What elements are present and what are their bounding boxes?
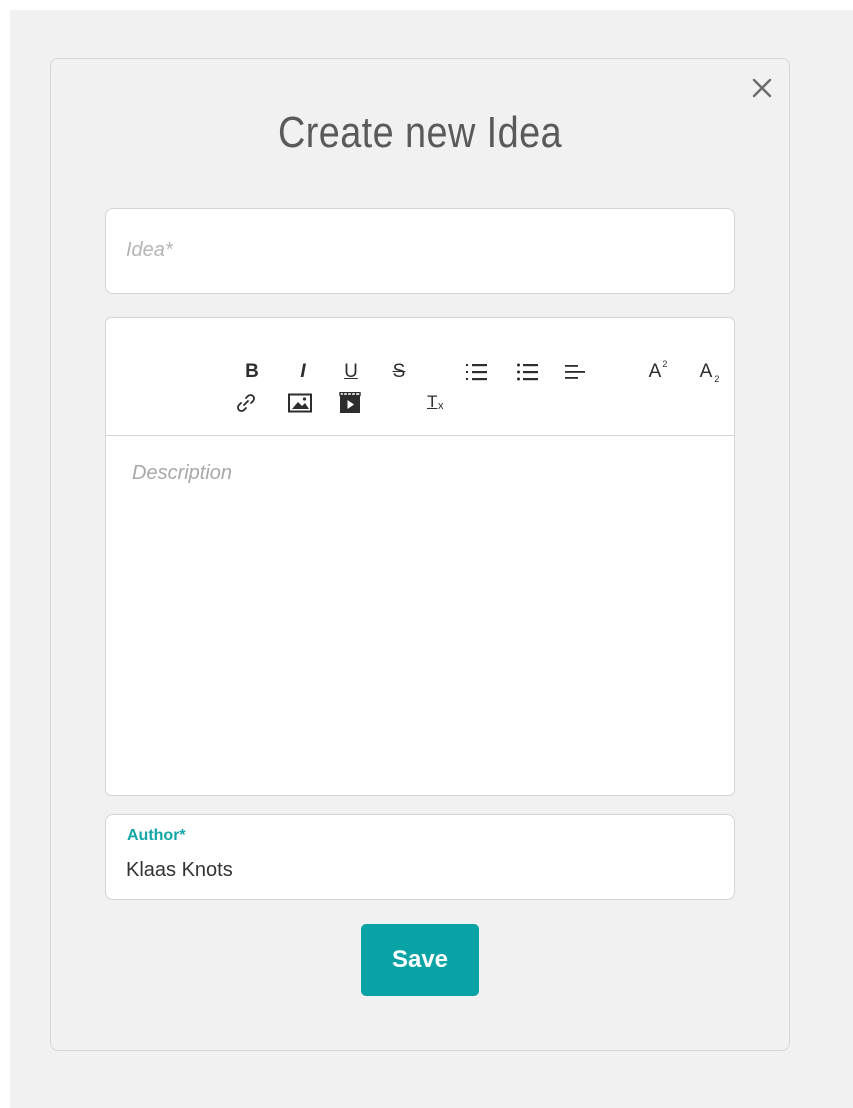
description-textarea[interactable] [106, 436, 734, 794]
bullet-list-button[interactable] [513, 357, 543, 387]
close-button[interactable] [750, 76, 774, 100]
align-icon [565, 365, 585, 379]
subscript-button[interactable]: A2 [691, 357, 721, 387]
subscript-letter: A [699, 361, 713, 382]
editor-toolbar: B I U S A 2 A 2 T x [106, 318, 734, 436]
bold-icon: B [245, 361, 259, 382]
modal-title: Create new Idea [277, 108, 563, 157]
subscript-icon: A2 [699, 361, 720, 384]
ordered-list-button[interactable] [462, 357, 492, 387]
clear-format-letter: T [427, 392, 438, 411]
bold-button[interactable]: B [237, 357, 267, 387]
underline-icon: U [344, 361, 358, 382]
idea-field-container [105, 208, 735, 294]
author-label: Author* [127, 827, 186, 844]
clear-format-button[interactable]: T x [421, 388, 451, 418]
italic-button[interactable]: I [288, 357, 318, 387]
align-button[interactable] [561, 357, 591, 387]
subscript-mark: 2 [714, 374, 720, 384]
italic-icon: I [300, 361, 306, 382]
author-field-container: Author* [105, 814, 735, 900]
superscript-button[interactable]: A2 [640, 357, 670, 387]
ordered-list-icon [466, 364, 487, 381]
bullet-list-icon [517, 363, 538, 381]
strikethrough-icon: S [392, 361, 406, 382]
strikethrough-button[interactable]: S [384, 357, 414, 387]
superscript-mark: 2 [662, 359, 668, 369]
author-input[interactable] [126, 855, 716, 885]
link-button[interactable] [231, 388, 261, 418]
link-icon [237, 394, 255, 412]
underline-button[interactable]: U [336, 357, 366, 387]
idea-input[interactable] [126, 231, 706, 269]
image-button[interactable] [285, 388, 315, 418]
video-button[interactable] [335, 388, 365, 418]
save-button[interactable]: Save [361, 924, 479, 996]
clear-format-icon: T x [425, 392, 447, 414]
superscript-icon: A2 [648, 359, 668, 383]
description-editor: B I U S A 2 A 2 T x Description [105, 317, 735, 796]
close-icon [752, 78, 772, 98]
video-icon [339, 392, 361, 413]
superscript-letter: A [648, 361, 662, 382]
clear-format-x: x [438, 400, 444, 412]
image-icon [288, 393, 312, 413]
